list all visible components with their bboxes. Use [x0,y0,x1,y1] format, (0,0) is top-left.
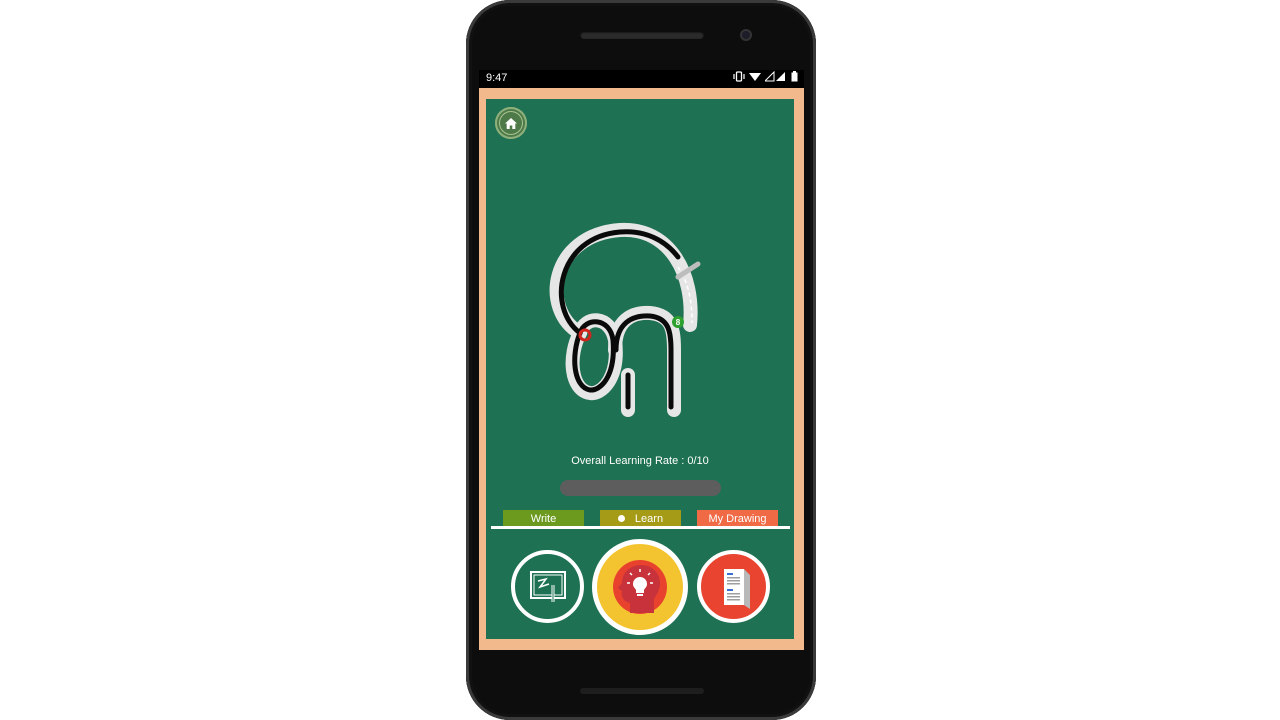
status-icons [733,70,798,85]
whiteboard-pen-icon [529,570,566,602]
wifi-icon [748,73,761,81]
selected-indicator-dot [617,515,625,522]
earpiece-speaker [580,31,704,39]
document-icon [723,568,750,609]
vibrate-icon [733,71,745,82]
learn-mode-button[interactable] [592,539,688,635]
tab-write-label: Write [530,512,557,525]
write-mode-button[interactable] [511,550,584,623]
tab-my-drawing-label: My Drawing [708,512,767,525]
learning-rate-label: Overall Learning Rate : 0/10 [571,455,709,467]
my-drawing-mode-button[interactable] [697,550,770,623]
step-number: 8 [676,318,681,327]
front-camera [740,29,752,41]
battery-icon [791,71,798,82]
tab-write[interactable]: Write [503,510,584,527]
tab-my-drawing[interactable]: My Drawing [697,510,778,527]
letter-tracing-canvas[interactable]: 8 [540,215,720,425]
bottom-speaker [580,688,704,694]
head-lightbulb-icon [613,560,667,614]
status-bar: 9:47 [479,70,804,88]
tab-learn-label: Learn [634,512,664,525]
status-time: 9:47 [486,72,508,84]
home-button[interactable] [495,107,527,139]
signal-icon [763,70,785,82]
learning-progress-bar [560,480,721,496]
home-icon [505,117,517,129]
tab-divider [491,526,790,529]
tab-learn[interactable]: Learn [600,510,681,527]
